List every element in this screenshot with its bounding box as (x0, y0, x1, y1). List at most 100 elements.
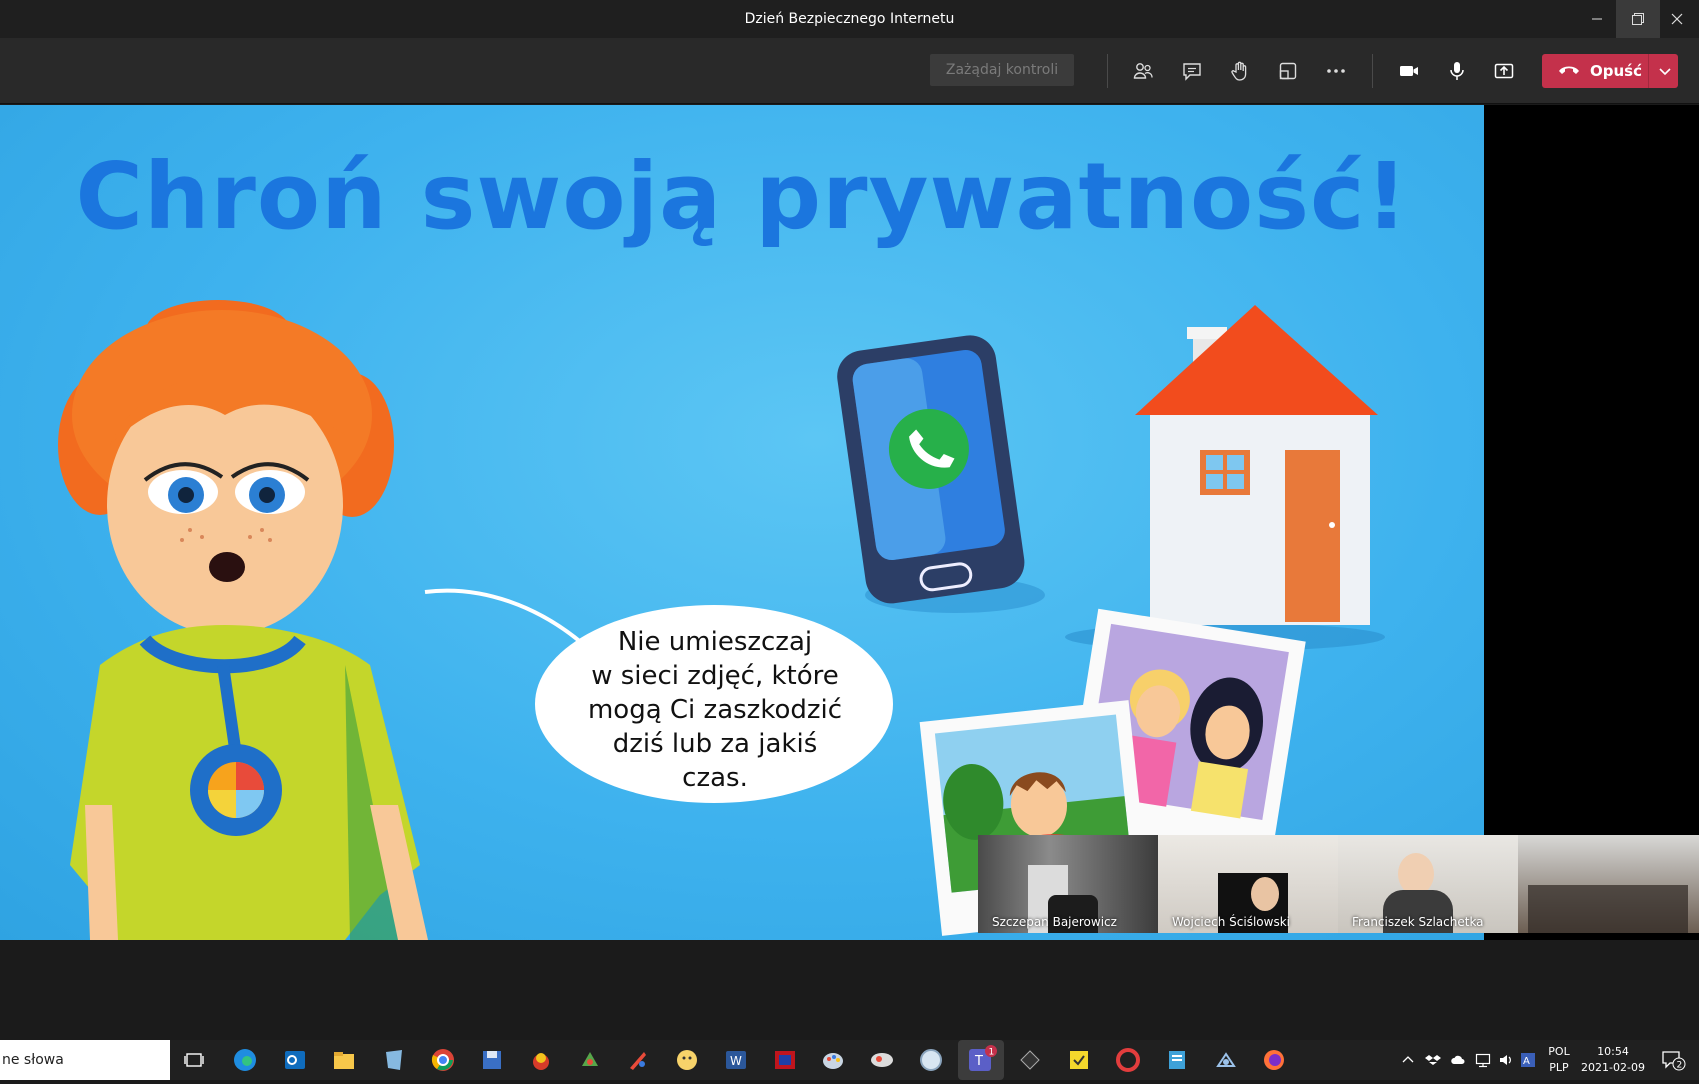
opera-icon (1116, 1048, 1140, 1072)
participants-icon (1133, 63, 1153, 79)
taskbar-app[interactable] (576, 1046, 604, 1074)
app-icon (582, 1052, 598, 1066)
participant-tile[interactable]: Wojciech Ściślowski (1158, 835, 1338, 933)
leave-label: Opuść (1590, 62, 1642, 80)
taskbar-app[interactable] (478, 1046, 506, 1074)
taskbar-app[interactable] (281, 1046, 309, 1074)
app-icon (533, 1053, 549, 1070)
toolbar-divider (1107, 54, 1108, 88)
chrome-icon (431, 1049, 454, 1071)
task-view-button[interactable] (180, 1046, 208, 1074)
taskbar-app[interactable] (1260, 1046, 1288, 1074)
app-icon (920, 1049, 942, 1071)
share-icon (1494, 63, 1514, 79)
cloud-icon[interactable] (1450, 1052, 1466, 1068)
firefox-icon (1264, 1050, 1284, 1070)
taskbar-app[interactable] (624, 1046, 652, 1074)
close-button[interactable] (1655, 0, 1699, 38)
sticky-notes-icon (1070, 1051, 1088, 1069)
restore-icon (1632, 13, 1644, 25)
system-clock[interactable]: 10:54 2021-02-09 (1578, 1044, 1648, 1076)
shared-slide: Chroń swoją prywatność! Nie umieszczaj w… (0, 105, 1484, 940)
mic-icon (1450, 62, 1464, 80)
taskbar-app[interactable] (1065, 1046, 1093, 1074)
notification-icon: 2 (1662, 1051, 1686, 1071)
ime-icon[interactable]: A (1520, 1052, 1536, 1068)
chevron-down-icon[interactable] (1657, 61, 1673, 81)
minimize-icon (1592, 18, 1602, 20)
participant-name: Szczepan Bajerowicz (992, 915, 1117, 929)
camera-icon (1400, 66, 1418, 76)
leave-divider (1648, 54, 1649, 88)
search-box[interactable]: ne słowa (0, 1040, 170, 1080)
taskbar-app[interactable] (380, 1046, 408, 1074)
taskbar-app[interactable] (527, 1046, 555, 1074)
toolbar-divider (1372, 54, 1373, 88)
breakout-rooms-button[interactable] (1273, 56, 1303, 86)
taskbar-app[interactable] (673, 1046, 701, 1074)
app-icon (1169, 1051, 1185, 1069)
tile-background (1251, 877, 1279, 911)
minimize-button[interactable] (1575, 0, 1619, 38)
app-icon (1216, 1052, 1236, 1067)
app-icon (775, 1051, 795, 1069)
participant-name: Wojciech Ściślowski (1172, 915, 1290, 929)
taskbar-app[interactable] (231, 1046, 259, 1074)
notes-app-icon (386, 1050, 402, 1070)
meeting-toolbar: Zażądaj kontroli Opuść (0, 38, 1699, 104)
save-disk-icon (483, 1051, 501, 1069)
taskbar-app[interactable] (868, 1046, 896, 1074)
more-actions-button[interactable] (1321, 56, 1351, 86)
speech-line: Nie umieszczaj (617, 627, 813, 657)
chat-icon (1183, 63, 1201, 81)
chevron-up-icon[interactable] (1400, 1052, 1416, 1068)
windows-taskbar: ne słowa W T1 A POL PLP 10:54 2021-02-09… (0, 1040, 1699, 1080)
input-language[interactable]: POL PLP (1544, 1044, 1574, 1076)
participant-tile[interactable] (1518, 835, 1699, 933)
taskbar-app[interactable] (429, 1046, 457, 1074)
app-icon (871, 1053, 893, 1067)
speech-line: w sieci zdjęć, które (591, 661, 839, 691)
mic-button[interactable] (1442, 56, 1472, 86)
word-icon: W (726, 1051, 746, 1069)
svg-text:W: W (730, 1054, 742, 1068)
restore-button[interactable] (1616, 0, 1660, 38)
taskbar-app[interactable] (330, 1046, 358, 1074)
notifications-button[interactable]: 2 (1660, 1048, 1686, 1072)
slide-illustration (58, 300, 1385, 940)
teams-icon: T1 (969, 1045, 997, 1071)
hang-up-icon (1559, 66, 1579, 74)
leave-button[interactable]: Opuść (1542, 54, 1678, 88)
share-button[interactable] (1489, 56, 1519, 86)
taskbar-app[interactable] (819, 1046, 847, 1074)
participant-tile[interactable]: Franciszek Szlachetka (1338, 835, 1518, 933)
speech-bubble-text: Nie umieszczaj w sieci zdjęć, które mogą… (540, 625, 890, 795)
volume-icon[interactable] (1498, 1052, 1514, 1068)
teams-badge: 1 (989, 1048, 995, 1058)
tile-background (1528, 885, 1688, 933)
dropbox-icon[interactable] (1425, 1052, 1441, 1068)
phone-illustration (837, 335, 1045, 613)
house-illustration (1065, 305, 1385, 651)
taskbar-app[interactable]: W (722, 1046, 750, 1074)
clock-time: 10:54 (1597, 1045, 1629, 1058)
taskbar-app[interactable] (1163, 1046, 1191, 1074)
app-icon (677, 1050, 697, 1070)
participants-button[interactable] (1128, 56, 1158, 86)
girl-illustration (58, 300, 428, 940)
request-control-button[interactable]: Zażądaj kontroli (930, 54, 1074, 86)
taskbar-app[interactable] (1114, 1046, 1142, 1074)
network-icon[interactable] (1475, 1052, 1491, 1068)
participant-tile[interactable]: Szczepan Bajerowicz (978, 835, 1158, 933)
window-title-bar: Dzień Bezpiecznego Internetu (0, 0, 1699, 38)
tile-background (1398, 853, 1434, 895)
taskbar-app-teams[interactable]: T1 (958, 1040, 1004, 1080)
chat-button[interactable] (1177, 56, 1207, 86)
taskbar-app[interactable] (771, 1046, 799, 1074)
meeting-stage: Chroń swoją prywatność! Nie umieszczaj w… (0, 105, 1699, 940)
raise-hand-button[interactable] (1225, 56, 1255, 86)
taskbar-app[interactable] (1016, 1046, 1044, 1074)
camera-button[interactable] (1394, 56, 1424, 86)
taskbar-app[interactable] (917, 1046, 945, 1074)
taskbar-app[interactable] (1212, 1046, 1240, 1074)
